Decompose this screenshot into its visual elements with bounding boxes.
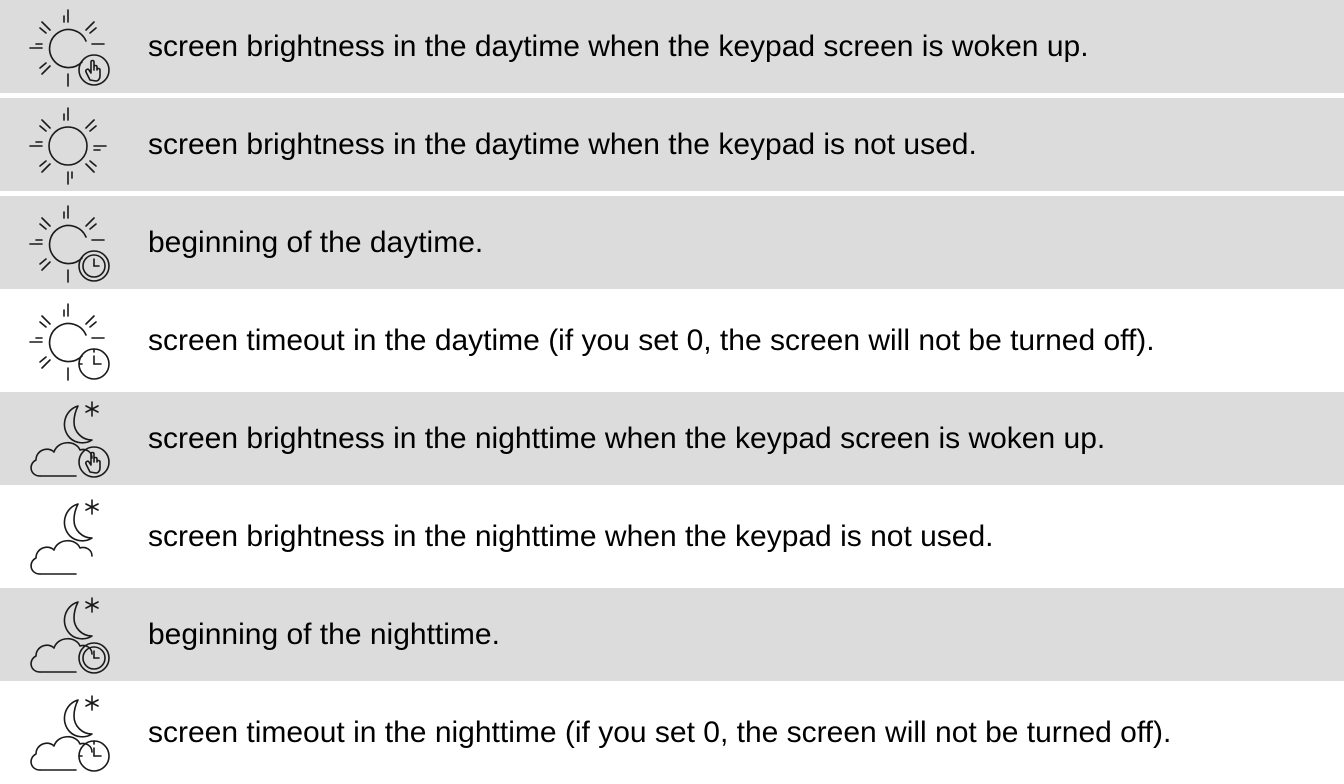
list-item: screen brightness in the daytime when th… xyxy=(0,0,1344,93)
list-item: screen timeout in the nighttime (if you … xyxy=(0,686,1344,779)
moon-cloud-hand-icon xyxy=(16,396,120,482)
list-item-text: beginning of the daytime. xyxy=(148,226,484,259)
sun-hand-icon xyxy=(16,4,120,90)
sun-icon xyxy=(16,102,120,188)
list-item: screen brightness in the nighttime when … xyxy=(0,490,1344,583)
list-item-text: screen brightness in the daytime when th… xyxy=(148,30,1089,63)
list-item: screen timeout in the daytime (if you se… xyxy=(0,294,1344,387)
list-item-text: screen brightness in the nighttime when … xyxy=(148,520,994,553)
list-item: beginning of the daytime. xyxy=(0,196,1344,289)
list-item-text: screen brightness in the daytime when th… xyxy=(148,128,977,161)
list-item-text: screen timeout in the nighttime (if you … xyxy=(148,716,1172,749)
list-item-text: screen timeout in the daytime (if you se… xyxy=(148,324,1155,357)
list-item: beginning of the nighttime. xyxy=(0,588,1344,681)
list-item-text: screen brightness in the nighttime when … xyxy=(148,422,1106,455)
list-item: screen brightness in the nighttime when … xyxy=(0,392,1344,485)
sun-clock-icon xyxy=(16,200,120,286)
moon-cloud-clock-icon xyxy=(16,592,120,678)
list-item: screen brightness in the daytime when th… xyxy=(0,98,1344,191)
icon-description-list: screen brightness in the daytime when th… xyxy=(0,0,1344,784)
moon-cloud-timer-icon xyxy=(16,690,120,776)
moon-cloud-icon xyxy=(16,494,120,580)
list-item-text: beginning of the nighttime. xyxy=(148,618,500,651)
sun-timer-icon xyxy=(16,298,120,384)
